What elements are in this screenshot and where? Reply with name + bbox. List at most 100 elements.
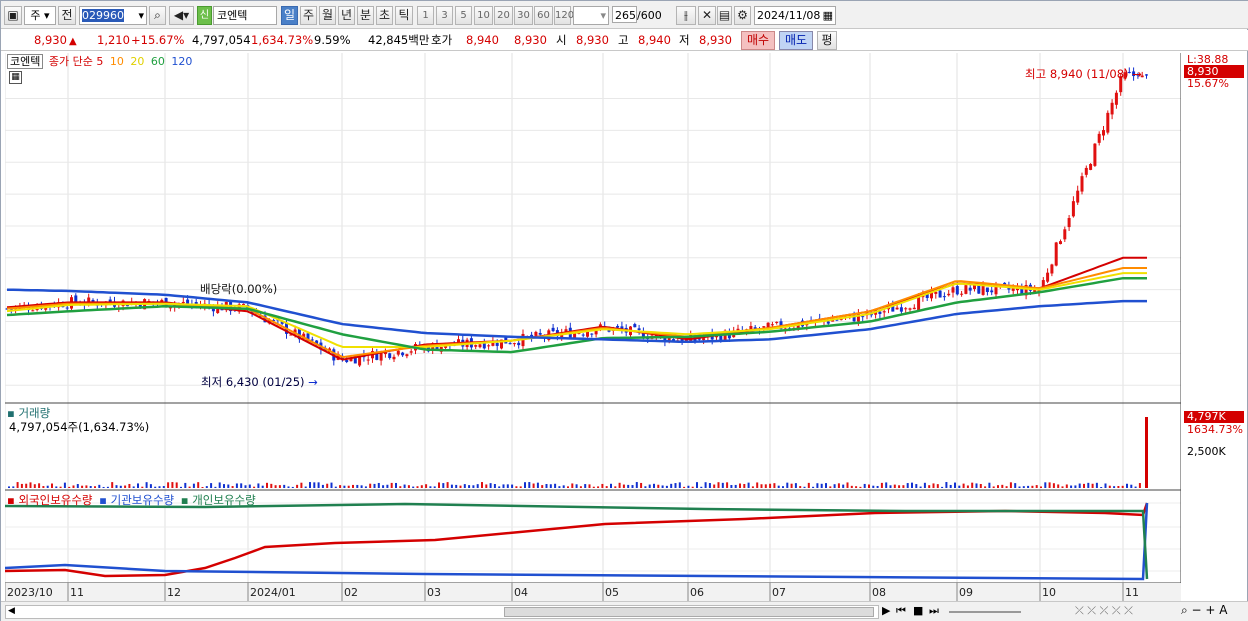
minute-opt-120[interactable]: 120	[554, 6, 574, 25]
volume-bar	[291, 486, 294, 488]
sell-button[interactable]: 매도	[779, 31, 813, 50]
tab-week[interactable]: 주	[300, 6, 317, 25]
minute-opt-3[interactable]: 3	[436, 6, 453, 25]
volume-bar	[812, 486, 815, 488]
window-menu-icon[interactable]: ▣	[4, 6, 22, 25]
volume-bar	[184, 482, 187, 488]
stock-code-input[interactable]: 029960 ▾	[79, 6, 147, 25]
legend-stock[interactable]: 코엔텍	[7, 54, 44, 69]
volume-bar	[72, 485, 75, 488]
volume-bar	[627, 484, 630, 488]
count-field[interactable]: 265/600	[612, 6, 668, 25]
volume-bar	[154, 486, 157, 488]
volume-bar	[429, 486, 432, 488]
scroll-right-icon[interactable]: ▶	[882, 604, 890, 617]
volume-bar	[665, 485, 668, 488]
tab-day[interactable]: 일	[281, 6, 298, 25]
tool-icons[interactable]: ⤫ ⤫ ⤫ ⤫ ⤫	[1075, 604, 1133, 618]
stop-icon[interactable]: ■	[913, 604, 923, 617]
tab-year[interactable]: 년	[338, 6, 355, 25]
volume-bar	[880, 482, 883, 488]
candle-body	[405, 354, 409, 357]
volume-bar	[554, 483, 557, 488]
volume-bar	[756, 482, 759, 488]
gear-icon[interactable]: ⚙	[734, 6, 751, 25]
volume-bar	[863, 483, 866, 488]
tab-minute[interactable]: 분	[357, 6, 374, 25]
volume: 4,797,054	[192, 33, 251, 47]
volume-bar	[889, 485, 892, 488]
zoom-icons[interactable]: ⌕ − + A	[1181, 603, 1227, 618]
volume-bar	[235, 483, 238, 488]
volume-title-text: 거래량	[18, 406, 51, 420]
volume-bar	[954, 482, 956, 488]
xtick-label: 2024/01	[250, 586, 296, 599]
candle-body	[495, 342, 499, 346]
candle-body	[1145, 74, 1148, 76]
buy-button[interactable]: 매수	[741, 31, 775, 50]
minute-opt-20[interactable]: 20	[494, 6, 513, 25]
stock-code-value: 029960	[82, 9, 124, 22]
volume-bar	[833, 484, 836, 488]
volume-bar	[309, 482, 311, 488]
volume-bar	[313, 482, 316, 488]
volume-bar	[532, 483, 535, 488]
minute-opt-5[interactable]: 5	[455, 6, 472, 25]
volume-bar	[915, 484, 918, 488]
volume-bar	[592, 486, 595, 488]
candle-body	[1080, 176, 1084, 192]
volume-bar	[1070, 485, 1073, 488]
scroll-thumb[interactable]	[504, 607, 874, 617]
date-field[interactable]: 2024/11/08 ▦	[754, 6, 836, 25]
volume-bar	[261, 485, 264, 488]
volume-bar	[89, 486, 92, 488]
crosshair-icon[interactable]: ✕	[698, 6, 716, 25]
volume-bar	[481, 482, 483, 488]
volume-bar	[511, 484, 514, 488]
grid-table-icon[interactable]: ▦	[9, 71, 22, 84]
volume-bar	[515, 486, 518, 488]
minute-opt-60[interactable]: 60	[534, 6, 553, 25]
candle-body	[1089, 163, 1093, 170]
calendar-icon[interactable]: ▦	[823, 7, 833, 24]
speaker-icon[interactable]: ◀▾	[169, 6, 194, 25]
volume-bar	[339, 485, 342, 488]
chart-plot[interactable]: 8,7508,5008,2508,0007,7507,5007,2507,000…	[5, 53, 1181, 601]
volume-bar	[816, 483, 819, 488]
volume-bar	[210, 483, 213, 488]
tab-month[interactable]: 월	[319, 6, 336, 25]
scroll-left-icon[interactable]: ◀	[8, 606, 15, 616]
volume-bar	[102, 486, 105, 488]
eval-button[interactable]: 평	[817, 31, 837, 50]
volume-bar	[438, 482, 440, 488]
candle-type-icon[interactable]: ⫲	[676, 6, 696, 25]
last-icon[interactable]: ⏭	[929, 604, 939, 618]
zoom-slider[interactable]	[949, 611, 1021, 613]
tab-tick[interactable]: 틱	[395, 6, 413, 25]
candle-body	[487, 345, 491, 347]
candle-body	[904, 308, 908, 310]
stock-name-field[interactable]: 코엔텍	[213, 6, 277, 25]
period-select[interactable]: 주 ▾	[24, 6, 56, 25]
volume-bar	[253, 486, 256, 488]
minute-opt-30[interactable]: 30	[514, 6, 533, 25]
first-icon[interactable]: ⏮	[896, 604, 906, 618]
candle-body	[1054, 242, 1058, 266]
volume-bar	[1009, 482, 1012, 488]
volume-bar	[158, 486, 161, 488]
search-icon[interactable]: ⌕	[149, 6, 166, 25]
legend-ma20: 20	[130, 55, 145, 68]
volume-bar	[614, 486, 617, 488]
legend-ma5: 5	[96, 55, 104, 68]
prev-button[interactable]: 전	[58, 6, 76, 25]
volume-bar	[773, 483, 776, 488]
current-price: 8,930	[34, 33, 67, 47]
candle-body	[581, 334, 585, 336]
minute-opt-1[interactable]: 1	[417, 6, 434, 25]
save-icon[interactable]: ▤	[717, 6, 732, 25]
custom-interval-select[interactable]: ▾	[573, 6, 609, 25]
tab-second[interactable]: 초	[376, 6, 393, 25]
horizontal-scrollbar[interactable]: ◀	[5, 605, 879, 619]
minute-opt-10[interactable]: 10	[474, 6, 493, 25]
volume-bar	[162, 486, 165, 488]
